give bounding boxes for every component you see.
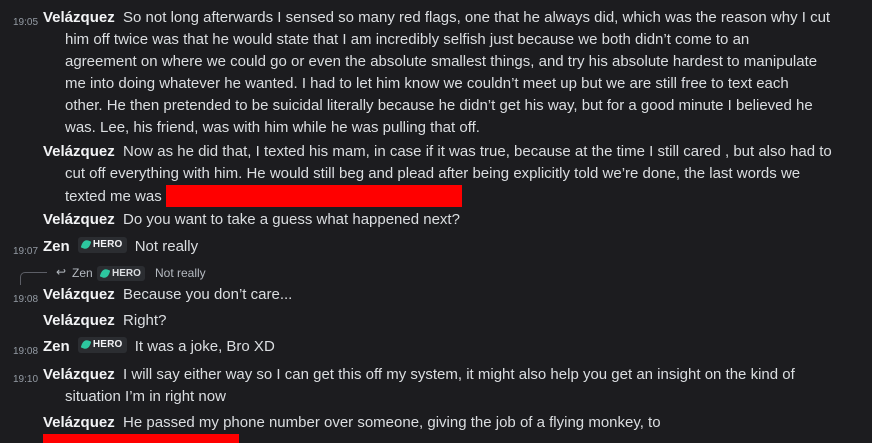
message-text-line: was. Lee, his friend, was with him while… [65, 119, 480, 136]
message-timestamp: 19:10 [13, 374, 39, 385]
reply-author[interactable]: Zen [72, 266, 93, 280]
message-text: I will say either way so I can get this … [123, 366, 795, 383]
message-text-line: agreement on where we could go or even t… [65, 53, 818, 70]
redaction-bar [43, 434, 239, 443]
message-text-line: texted me was [65, 188, 162, 205]
author-name[interactable]: Velázquez [43, 9, 115, 26]
message-text: Not really [134, 238, 199, 255]
role-badge-label: HERO [92, 238, 123, 250]
message-timestamp: 19:07 [13, 246, 39, 257]
reply-role-badge-label: HERO [112, 268, 141, 279]
role-badge-label: HERO [92, 338, 123, 350]
author-name[interactable]: Velázquez [43, 366, 115, 383]
message-timestamp: 19:08 [13, 346, 39, 357]
message-text-line: other. He then pretended to be suicidal … [65, 97, 813, 114]
message-timestamp: 19:05 [13, 17, 39, 28]
reply-preview[interactable]: ↩ Zen HERO Not really [0, 264, 872, 285]
message-text: Right? [123, 312, 167, 329]
reply-text: Not really [155, 266, 206, 280]
reply-arrow-icon: ↩ [56, 265, 67, 279]
leaf-icon [80, 238, 92, 251]
message-text-line: him off twice was that he would state th… [65, 31, 750, 48]
leaf-icon [99, 267, 111, 280]
message-text-line: situation I’m in right now [65, 388, 226, 405]
message-text: It was a joke, Bro XD [134, 338, 275, 355]
message-timestamp: 19:08 [13, 294, 39, 305]
message-text: He passed my phone number over someone, … [123, 414, 661, 431]
redaction-bar [165, 185, 462, 207]
message-text-line: me into doing whatever he wanted. I had … [65, 75, 789, 92]
author-name[interactable]: Zen [43, 238, 70, 255]
author-name[interactable]: Velázquez [43, 414, 115, 431]
author-name[interactable]: Velázquez [43, 312, 115, 329]
message-text: Now as he did that, I texted his mam, in… [123, 143, 832, 160]
message-text: Do you want to take a guess what happene… [123, 211, 460, 228]
author-name[interactable]: Velázquez [43, 286, 115, 303]
reply-role-badge: HERO [97, 266, 145, 281]
role-badge[interactable]: HERO [77, 336, 127, 353]
leaf-icon [80, 338, 92, 351]
message-text-line: cut off everything with him. He would st… [65, 165, 801, 182]
message-text-line-redacted: texted me was [43, 185, 852, 208]
author-name[interactable]: Zen [43, 338, 70, 355]
role-badge[interactable]: HERO [77, 236, 127, 253]
author-name[interactable]: Velázquez [43, 211, 115, 228]
chat-log: 19:05 Velázquez So not long afterwards I… [0, 0, 872, 443]
message-text: So not long afterwards I sensed so many … [123, 9, 831, 26]
author-name[interactable]: Velázquez [43, 143, 115, 160]
message-text: Because you don’t care... [123, 286, 293, 303]
